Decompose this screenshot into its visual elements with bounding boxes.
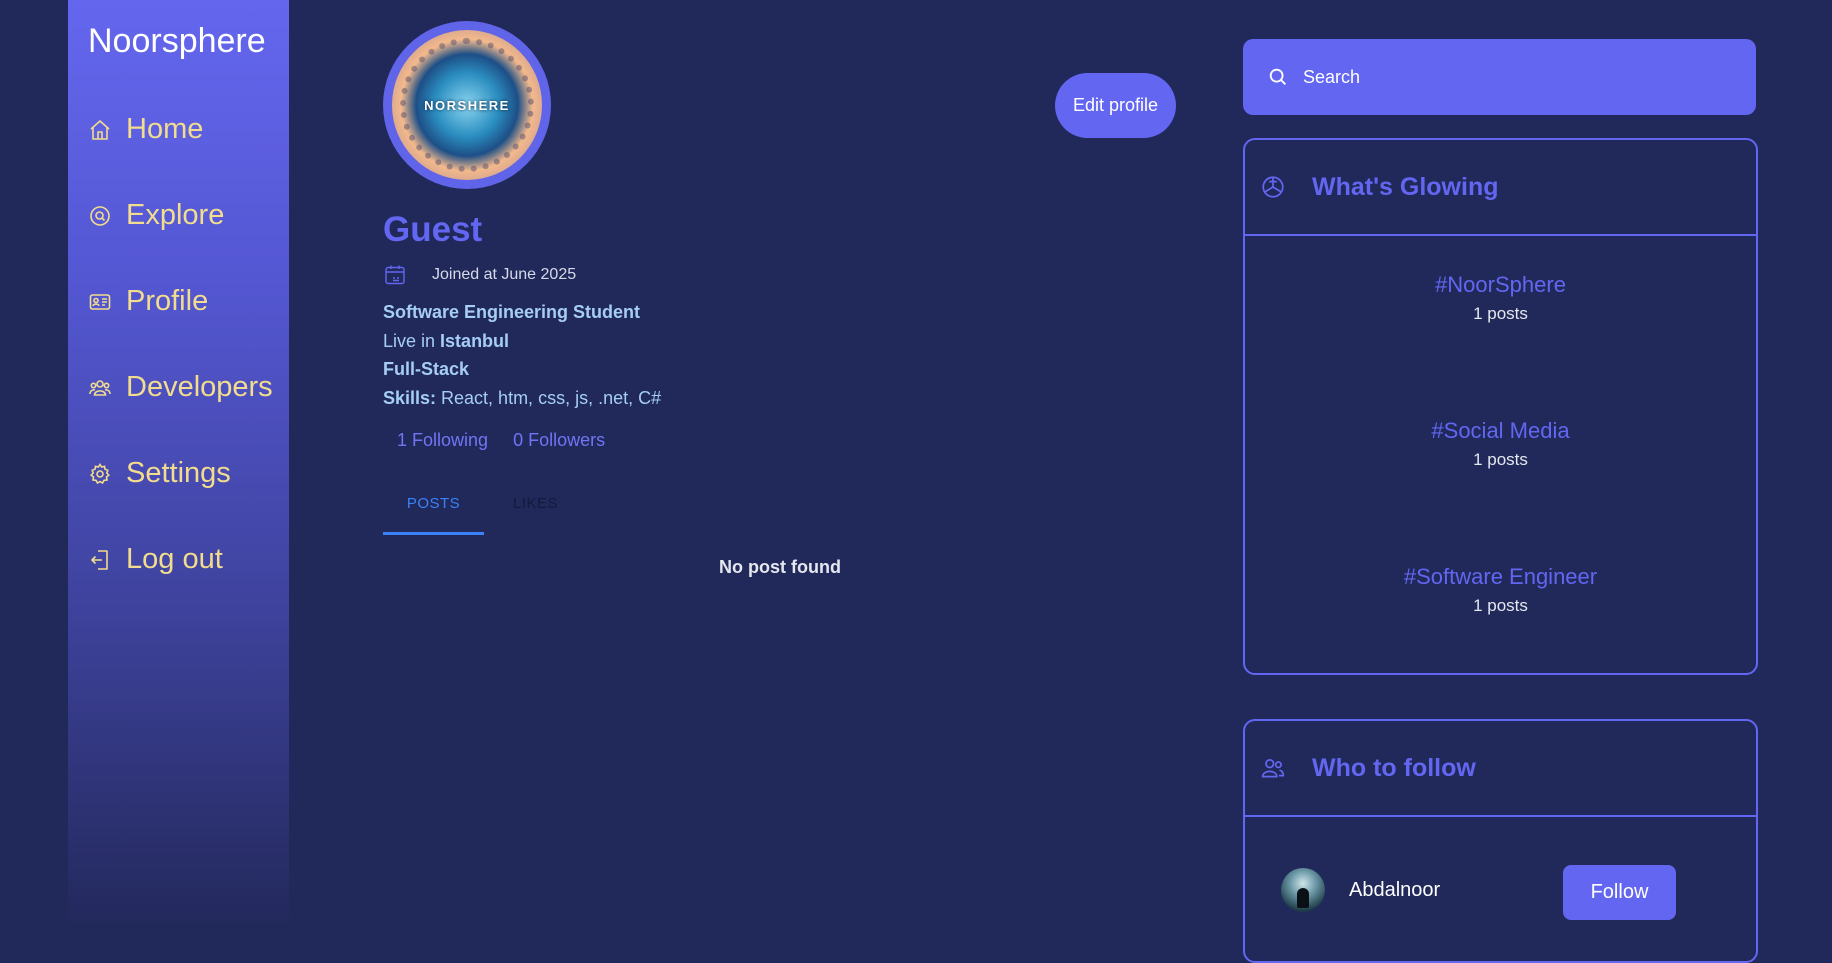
tab-likes[interactable]: LIKES — [513, 495, 558, 512]
skills-list: React, htm, css, js, .net, C# — [436, 388, 662, 408]
follow-stats: 1 Following 0 Followers — [397, 430, 625, 451]
nav-home-label: Home — [126, 113, 204, 145]
explore-icon — [90, 205, 110, 226]
profile-title: Software Engineering Student — [383, 302, 640, 323]
search-box[interactable] — [1243, 39, 1756, 115]
follow-button[interactable]: Follow — [1563, 865, 1676, 920]
calendar-icon — [385, 265, 405, 285]
users-icon — [1261, 759, 1285, 778]
nav-settings[interactable]: Settings — [88, 457, 231, 490]
joined-date: Joined at June 2025 — [383, 263, 576, 287]
location-prefix: Live in — [383, 331, 441, 351]
trend-tag: #Social Media — [1431, 418, 1570, 443]
brand-logo[interactable]: Noorsphere — [88, 22, 266, 61]
avatar-image: NORSHERE — [392, 30, 542, 180]
empty-posts-message: No post found — [719, 557, 841, 577]
who-to-follow-card: Who to follow Abdalnoor Follow — [1243, 719, 1758, 963]
avatar-logo-text: NORSHERE — [424, 97, 510, 113]
following-link[interactable]: 1 Following — [397, 430, 488, 450]
nav-developers[interactable]: Developers — [88, 371, 273, 404]
whats-glowing-title: What's Glowing — [1312, 172, 1499, 201]
profile-location: Live in Istanbul — [383, 331, 509, 352]
trend-tag: #Software Engineer — [1403, 564, 1598, 589]
edit-profile-button[interactable]: Edit profile — [1055, 73, 1176, 138]
nav-home[interactable]: Home — [88, 113, 203, 146]
profile-role-text: Full-Stack — [383, 359, 470, 379]
gear-icon — [90, 462, 110, 484]
followers-link[interactable]: 0 Followers — [513, 430, 605, 450]
profile-title-text: Software Engineering Student — [383, 302, 641, 322]
sidebar: Noorsphere Home Explore Profile Develope… — [68, 0, 289, 923]
trend-count: 1 posts — [1473, 304, 1528, 323]
users-group-icon — [89, 379, 111, 396]
trend-count: 1 posts — [1473, 450, 1528, 469]
glow-icon — [1262, 176, 1284, 198]
nav-explore[interactable]: Explore — [88, 199, 224, 232]
id-card-icon — [89, 293, 111, 310]
trend-item[interactable]: #Software Engineer 1 posts — [1245, 564, 1756, 616]
user-avatar[interactable] — [1281, 868, 1325, 912]
nav-explore-label: Explore — [126, 199, 225, 231]
profile-skills: Skills: React, htm, css, js, .net, C# — [383, 388, 661, 409]
who-to-follow-title: Who to follow — [1312, 753, 1476, 782]
profile-name: Guest — [383, 210, 483, 249]
profile-role: Full-Stack — [383, 359, 469, 380]
whats-glowing-card: What's Glowing #NoorSphere 1 posts #Soci… — [1243, 138, 1758, 675]
nav-logout[interactable]: Log out — [88, 543, 223, 576]
skills-label: Skills: — [383, 388, 437, 408]
trend-tag: #NoorSphere — [1435, 272, 1566, 297]
home-icon — [90, 119, 110, 140]
trend-item[interactable]: #Social Media 1 posts — [1245, 418, 1756, 470]
trend-count: 1 posts — [1473, 596, 1528, 615]
search-icon — [1269, 68, 1286, 85]
profile-avatar[interactable]: NORSHERE — [383, 21, 551, 189]
who-to-follow-header: Who to follow — [1245, 721, 1756, 817]
avatar-figure — [1297, 888, 1309, 908]
location-city: Istanbul — [440, 331, 510, 351]
nav-logout-label: Log out — [126, 543, 223, 575]
joined-text: Joined at June 2025 — [432, 266, 577, 283]
tab-posts[interactable]: POSTS — [383, 495, 484, 535]
trend-item[interactable]: #NoorSphere 1 posts — [1245, 272, 1756, 324]
suggested-user-name[interactable]: Abdalnoor — [1349, 879, 1440, 902]
nav-developers-label: Developers — [126, 371, 273, 403]
whats-glowing-header: What's Glowing — [1245, 140, 1756, 236]
logout-icon — [91, 549, 108, 570]
search-input[interactable] — [1301, 65, 1735, 89]
nav-settings-label: Settings — [126, 457, 231, 489]
nav-profile[interactable]: Profile — [88, 285, 208, 318]
nav-profile-label: Profile — [126, 285, 209, 317]
